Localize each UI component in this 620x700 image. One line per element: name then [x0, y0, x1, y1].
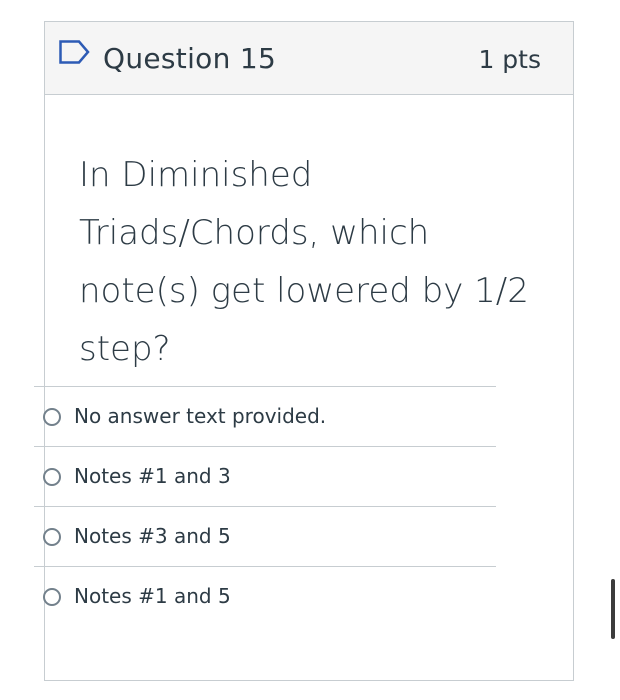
question-header: Question 15 1 pts — [45, 22, 573, 95]
answer-label: Notes #1 and 5 — [74, 584, 231, 608]
question-title: Question 15 — [103, 42, 277, 75]
answer-list: No answer text provided. Notes #1 and 3 … — [34, 386, 496, 626]
answer-label: Notes #3 and 5 — [74, 524, 231, 548]
answer-option-4[interactable]: Notes #1 and 5 — [34, 566, 496, 626]
question-text: In Diminished Triads/Chords, which note(… — [79, 155, 529, 369]
radio-button[interactable] — [43, 408, 61, 426]
answer-option-2[interactable]: Notes #1 and 3 — [34, 446, 496, 506]
radio-button[interactable] — [43, 588, 61, 606]
answer-option-1[interactable]: No answer text provided. — [34, 386, 496, 446]
radio-button[interactable] — [43, 468, 61, 486]
question-points: 1 pts — [478, 45, 541, 74]
answer-label: No answer text provided. — [74, 404, 327, 428]
answer-option-3[interactable]: Notes #3 and 5 — [34, 506, 496, 566]
radio-button[interactable] — [43, 528, 61, 546]
answer-label: Notes #1 and 3 — [74, 464, 231, 488]
scrollbar-thumb[interactable] — [611, 579, 615, 639]
flag-icon[interactable] — [59, 40, 91, 64]
